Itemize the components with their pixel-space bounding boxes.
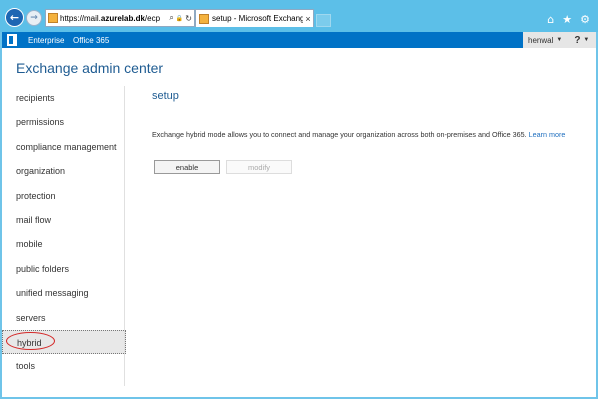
favorites-icon[interactable]: ★ [562, 13, 572, 26]
browser-window: ← → https://mail.azurelab.dk/ecp ⌕ 🔒 ↻ s… [0, 0, 598, 399]
sidebar-item-unified-messaging[interactable]: unified messaging [2, 281, 126, 305]
new-tab-button[interactable] [316, 14, 331, 27]
sidebar-item-hybrid[interactable]: hybrid [2, 329, 126, 355]
back-arrow-icon: ← [9, 11, 20, 24]
sidebar-nav: recipients permissions compliance manage… [2, 86, 126, 379]
sidebar-item-public-folders[interactable]: public folders [2, 257, 126, 281]
tab-close-icon[interactable]: × [303, 14, 313, 24]
help-chevron-down-icon[interactable]: ▼ [583, 37, 589, 43]
back-button[interactable]: ← [5, 8, 24, 27]
enable-button[interactable]: enable [154, 160, 220, 174]
sidebar-item-protection[interactable]: protection [2, 184, 126, 208]
url-suffix: /ecp [144, 13, 161, 23]
browser-tab[interactable]: setup - Microsoft Exchange × [195, 9, 314, 27]
enterprise-link[interactable]: Enterprise [28, 36, 64, 45]
page-title: Exchange admin center [16, 60, 164, 76]
tab-title: setup - Microsoft Exchange [212, 14, 303, 23]
user-name-button[interactable]: henwal [528, 36, 553, 45]
address-bar[interactable]: https://mail.azurelab.dk/ecp ⌕ 🔒 ↻ [45, 9, 195, 27]
browser-toolbar-icons: ⌂ ★ ⚙ [547, 13, 590, 26]
url-host: azurelab.dk [100, 13, 145, 23]
section-title: setup [152, 90, 179, 102]
forward-button[interactable]: → [26, 10, 42, 26]
sidebar-item-organization[interactable]: organization [2, 159, 126, 183]
chevron-down-icon[interactable]: ▼ [556, 37, 562, 43]
site-favicon-icon [48, 13, 58, 23]
address-url[interactable]: https://mail.azurelab.dk/ecp [60, 14, 169, 23]
sidebar-item-permissions[interactable]: permissions [2, 110, 126, 134]
browser-chrome: ← → https://mail.azurelab.dk/ecp ⌕ 🔒 ↻ s… [0, 0, 598, 32]
sidebar-item-mobile[interactable]: mobile [2, 232, 126, 256]
search-icon[interactable]: ⌕ [169, 13, 173, 23]
sidebar-item-mail-flow[interactable]: mail flow [2, 208, 126, 232]
sidebar-divider [124, 86, 125, 386]
sidebar-item-compliance-management[interactable]: compliance management [2, 135, 126, 159]
learn-more-link[interactable]: Learn more [529, 130, 566, 139]
office365-link[interactable]: Office 365 [73, 36, 109, 45]
modify-button[interactable]: modify [226, 160, 292, 174]
sidebar-item-tools[interactable]: tools [2, 354, 126, 378]
sidebar-item-servers[interactable]: servers [2, 306, 126, 330]
home-icon[interactable]: ⌂ [547, 13, 554, 26]
hybrid-description: Exchange hybrid mode allows you to conne… [152, 130, 565, 139]
sidebar-item-recipients[interactable]: recipients [2, 86, 126, 110]
description-text: Exchange hybrid mode allows you to conne… [152, 130, 527, 139]
help-icon[interactable]: ? [574, 35, 580, 46]
forward-arrow-icon: → [30, 13, 38, 23]
settings-icon[interactable]: ⚙ [580, 13, 590, 26]
tab-favicon-icon [199, 13, 209, 24]
main-panel: setup Exchange hybrid mode allows you to… [152, 88, 592, 174]
office-top-bar: Enterprise Office 365 henwal ▼ ? ▼ [2, 32, 596, 48]
url-prefix: https://mail. [60, 13, 101, 23]
office-logo-icon[interactable] [7, 34, 17, 46]
refresh-icon[interactable]: ↻ [185, 14, 192, 23]
user-menu: henwal ▼ ? ▼ [523, 32, 596, 48]
lock-icon[interactable]: 🔒 [176, 15, 183, 22]
page-content: Exchange admin center recipients permiss… [2, 48, 596, 397]
